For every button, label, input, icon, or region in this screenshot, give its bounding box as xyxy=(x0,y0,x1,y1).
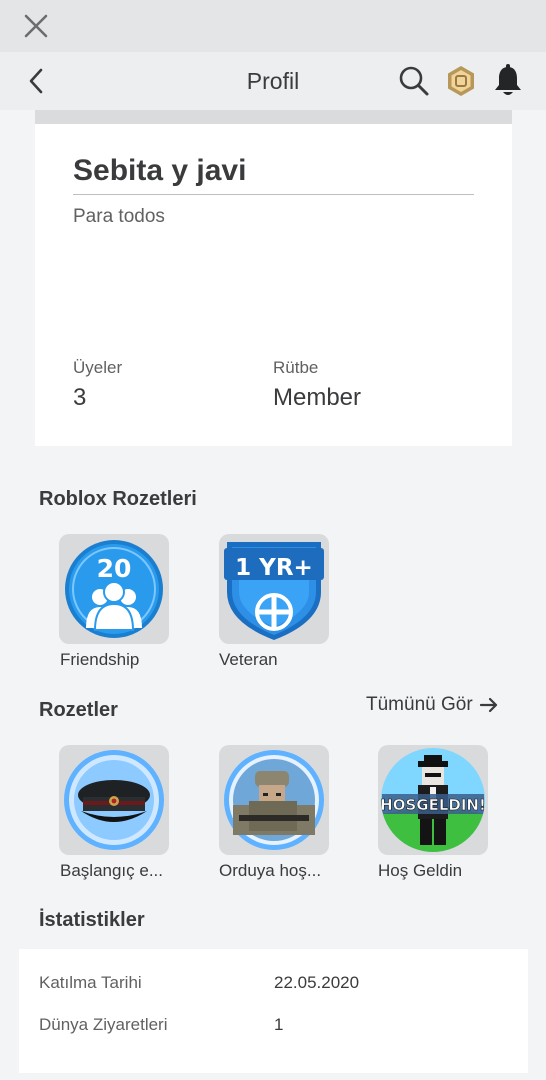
badge-label: Hoş Geldin xyxy=(378,861,463,880)
group-banner xyxy=(35,110,512,124)
friendship-badge-number: 20 xyxy=(97,554,132,583)
group-name: Sebita y javi xyxy=(73,154,247,187)
veteran-badge[interactable]: 1 YR+ xyxy=(219,534,329,644)
see-all-label: Tümünü Gör xyxy=(366,694,473,715)
veteran-badge-text: 1 YR+ xyxy=(235,555,313,581)
veteran-badge-label: Veteran xyxy=(219,650,278,669)
friendship-badge[interactable]: 20 xyxy=(59,534,169,644)
statistics-title: İstatistikler xyxy=(39,909,145,931)
badge-hos-geldin[interactable]: HOSGELDIN! xyxy=(378,745,488,855)
soldier-icon xyxy=(224,750,324,850)
see-all-link[interactable]: Tümünü Gör xyxy=(366,694,499,716)
military-cap-icon xyxy=(64,750,164,850)
search-icon[interactable] xyxy=(397,64,431,98)
rank-label: Rütbe xyxy=(273,358,319,377)
group-card: Sebita y javi Para todos Üyeler 3 Rütbe … xyxy=(35,110,512,446)
friendship-badge-label: Friendship xyxy=(60,650,140,669)
badges-title: Rozetler xyxy=(39,699,118,721)
badge-label: Başlangıç e... xyxy=(60,861,164,880)
top-bar xyxy=(0,0,546,52)
members-value: 3 xyxy=(73,384,87,411)
welcome-banner-text: HOSGELDIN! xyxy=(380,796,486,814)
place-visits-label: Dünya Ziyaretleri xyxy=(39,1015,168,1034)
friendship-badge-icon: 20 xyxy=(65,540,163,638)
close-icon[interactable] xyxy=(20,10,52,42)
group-description: Para todos xyxy=(73,206,165,227)
place-visits-value: 1 xyxy=(274,1015,284,1034)
welcome-avatar-icon: HOSGELDIN! xyxy=(380,748,486,852)
badge-orduya[interactable] xyxy=(219,745,329,855)
notification-bell-icon[interactable] xyxy=(492,64,524,98)
badge-baslangic[interactable] xyxy=(59,745,169,855)
veteran-badge-icon: 1 YR+ xyxy=(224,542,324,640)
members-label: Üyeler xyxy=(73,358,123,377)
robux-icon[interactable] xyxy=(444,64,478,98)
divider xyxy=(73,194,474,195)
statistics-card: Katılma Tarihi 22.05.2020 Dünya Ziyaretl… xyxy=(19,949,528,1073)
rank-value: Member xyxy=(273,384,362,411)
nav-bar: Profil xyxy=(0,52,546,110)
badge-label: Orduya hoş... xyxy=(219,861,322,880)
arrow-right-icon xyxy=(479,697,497,713)
join-date-value: 22.05.2020 xyxy=(274,973,360,992)
roblox-badges-title: Roblox Rozetleri xyxy=(39,488,197,510)
join-date-label: Katılma Tarihi xyxy=(39,973,142,992)
